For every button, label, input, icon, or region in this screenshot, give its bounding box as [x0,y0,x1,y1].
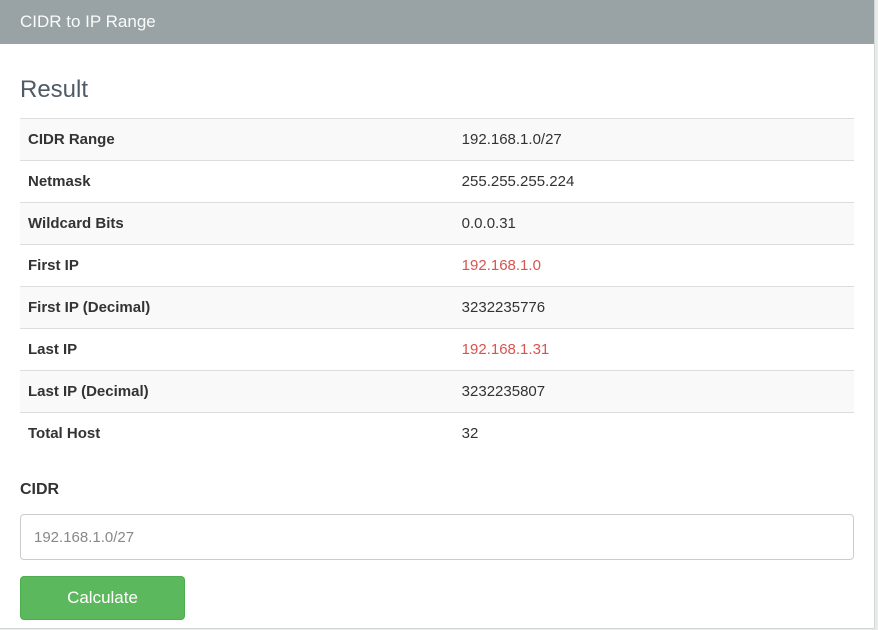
table-row: Last IP (Decimal) 3232235807 [20,371,854,413]
table-row: First IP (Decimal) 3232235776 [20,287,854,329]
row-label: Last IP [20,329,454,371]
result-heading: Result [20,44,854,118]
row-label: First IP (Decimal) [20,287,454,329]
calculate-button[interactable]: Calculate [20,576,185,620]
table-row: First IP 192.168.1.0 [20,245,854,287]
row-label: Last IP (Decimal) [20,371,454,413]
row-value: 3232235807 [454,371,854,413]
row-value: 32 [454,413,854,455]
row-label: Netmask [20,161,454,203]
panel-body: Result CIDR Range 192.168.1.0/27 Netmask… [0,44,874,630]
table-row: Total Host 32 [20,413,854,455]
table-row: Netmask 255.255.255.224 [20,161,854,203]
table-row: CIDR Range 192.168.1.0/27 [20,119,854,161]
row-label: CIDR Range [20,119,454,161]
result-table: CIDR Range 192.168.1.0/27 Netmask 255.25… [20,118,854,454]
row-label: Wildcard Bits [20,203,454,245]
cidr-input[interactable] [20,514,854,560]
page: CIDR to IP Range Result CIDR Range 192.1… [0,0,878,630]
row-value: 192.168.1.31 [454,329,854,371]
row-value: 192.168.1.0 [454,245,854,287]
table-row: Wildcard Bits 0.0.0.31 [20,203,854,245]
row-value: 0.0.0.31 [454,203,854,245]
panel-header: CIDR to IP Range [0,0,874,44]
row-label: First IP [20,245,454,287]
row-value: 192.168.1.0/27 [454,119,854,161]
row-label: Total Host [20,413,454,455]
cidr-label: CIDR [20,481,854,499]
table-row: Last IP 192.168.1.31 [20,329,854,371]
row-value: 3232235776 [454,287,854,329]
cidr-panel: CIDR to IP Range Result CIDR Range 192.1… [0,0,875,629]
panel-title: CIDR to IP Range [20,12,156,31]
row-value: 255.255.255.224 [454,161,854,203]
